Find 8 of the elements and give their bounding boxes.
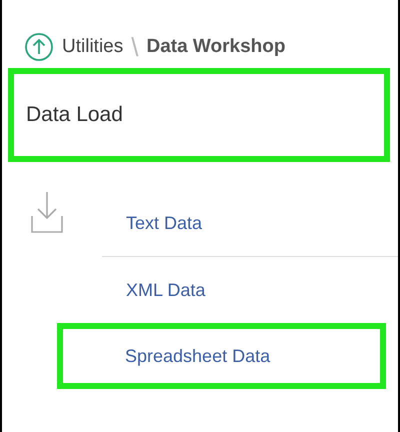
menu-item[interactable]: XML Data (100, 257, 398, 323)
menu-item[interactable]: Spreadsheet Data (57, 323, 386, 389)
breadcrumb-item: Data Workshop (146, 36, 286, 58)
menu-item[interactable]: Text Data (100, 190, 398, 256)
download-icon (30, 190, 64, 234)
breadcrumb-separator: \ (131, 32, 138, 62)
section-title: Data Load (26, 103, 123, 127)
breadcrumb-item[interactable]: Utilities (62, 36, 124, 58)
